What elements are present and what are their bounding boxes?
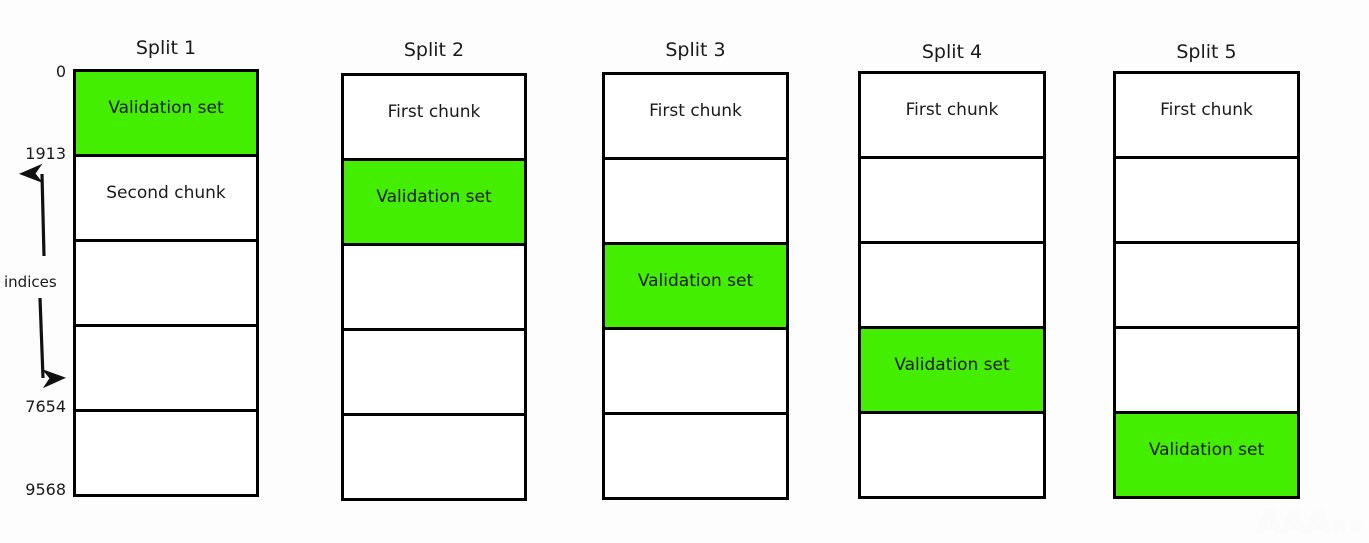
- validation-chunk-split-3: Validation set: [602, 242, 789, 330]
- training-chunk-split-2-5: [341, 413, 527, 501]
- chunk-label: Validation set: [376, 186, 492, 207]
- split-title-2: Split 2: [403, 39, 465, 61]
- chunk-label: Validation set: [1148, 439, 1265, 460]
- down-arrow-icon: [38, 297, 67, 389]
- diagram-canvas: 0 1913 7654 9568 indices Split 1 Validation …: [0, 0, 1369, 541]
- chunk-label: Validation set: [108, 97, 224, 118]
- chunk-label: First chunk: [1160, 99, 1253, 120]
- training-chunk-split-4-5: [858, 411, 1046, 499]
- chunk-label: First chunk: [905, 99, 999, 120]
- training-chunk-split-1-2: Second chunk: [73, 154, 259, 242]
- split-column-5: Split 5 First chunk Validation set: [1113, 0, 1300, 541]
- training-chunk-split-3-4: [602, 327, 789, 415]
- chunk-label: Second chunk: [106, 182, 226, 203]
- split-title-5: Split 5: [1176, 41, 1237, 63]
- chunk-label: First chunk: [387, 101, 481, 122]
- validation-chunk-split-2: Validation set: [341, 158, 527, 246]
- training-chunk-split-2-4: [341, 328, 527, 416]
- training-chunk-split-2-1: First chunk: [341, 73, 527, 161]
- split-column-4: Split 4 First chunk Validation set: [858, 0, 1046, 541]
- training-chunk-split-5-4: [1113, 326, 1300, 414]
- training-chunk-split-1-3: [73, 239, 259, 327]
- training-chunk-split-3-5: [602, 412, 789, 500]
- training-chunk-split-5-3: [1113, 241, 1300, 329]
- axis-tick-9568: 9568: [25, 480, 66, 499]
- validation-chunk-split-1: Validation set: [73, 69, 259, 157]
- split-title-3: Split 3: [665, 39, 726, 61]
- training-chunk-split-3-2: [602, 157, 789, 245]
- training-chunk-split-4-1: First chunk: [858, 71, 1046, 159]
- chunk-label: First chunk: [649, 100, 742, 121]
- training-chunk-split-5-1: First chunk: [1113, 71, 1300, 159]
- training-chunk-split-3-1: First chunk: [602, 72, 789, 160]
- split-title-1: Split 1: [135, 37, 197, 59]
- training-chunk-split-1-4: [73, 324, 259, 412]
- up-arrow-icon: [18, 163, 46, 257]
- split-column-1: Split 1 Validation set Second chunk: [73, 0, 259, 541]
- training-chunk-split-4-2: [858, 156, 1046, 244]
- axis-tick-7654: 7654: [25, 397, 66, 416]
- watermark-suffix: 教育: [1332, 518, 1363, 536]
- training-chunk-split-5-2: [1113, 156, 1300, 244]
- split-column-2: Split 2 First chunk Validation set: [341, 0, 527, 541]
- chunk-label: Validation set: [637, 270, 754, 291]
- training-chunk-split-1-5: [73, 409, 259, 497]
- split-column-3: Split 3 First chunk Validation set: [602, 0, 789, 541]
- axis-tick-0: 0: [55, 62, 66, 81]
- training-chunk-split-2-3: [341, 243, 527, 331]
- validation-chunk-split-4: Validation set: [858, 326, 1046, 414]
- axis-label-indices: indices: [4, 273, 57, 291]
- training-chunk-split-4-3: [858, 241, 1046, 329]
- validation-chunk-split-5: Validation set: [1113, 411, 1300, 499]
- split-title-4: Split 4: [921, 41, 983, 63]
- chunk-label: Validation set: [894, 354, 1010, 375]
